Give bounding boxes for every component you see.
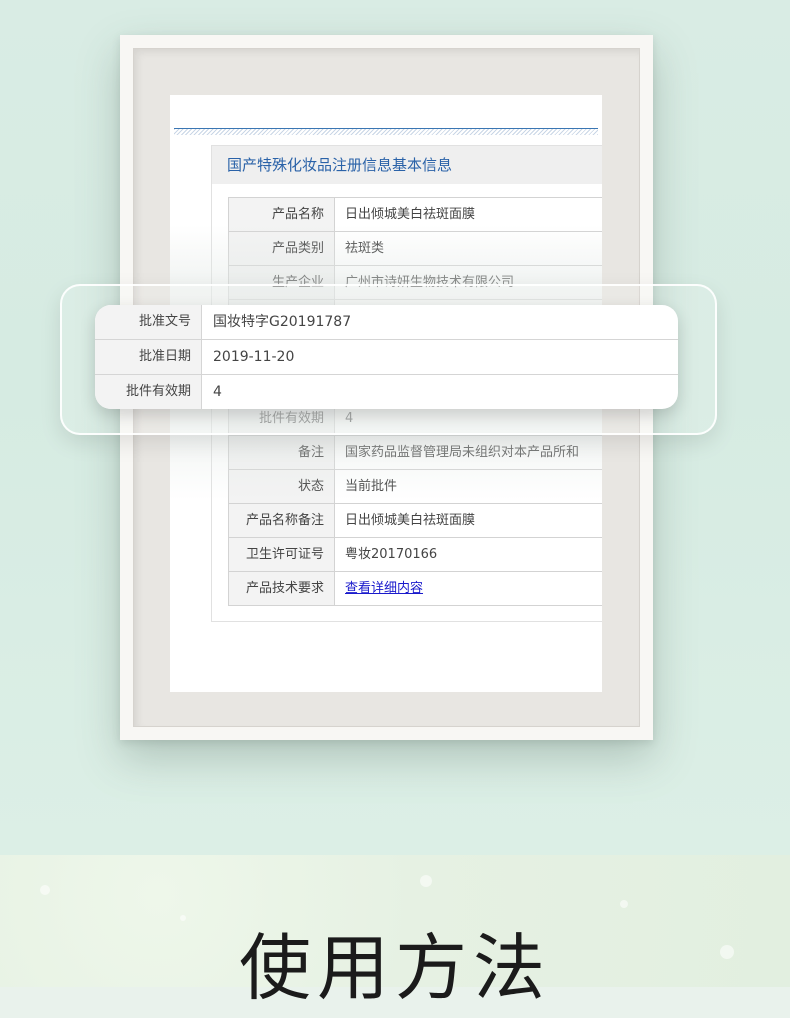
row-label: 状态 [229, 470, 335, 503]
row-value: 当前批件 [345, 479, 398, 494]
section-heading: 使用方法 [238, 926, 551, 1010]
magnified-label: 批准日期 [95, 340, 202, 374]
row-value: 日出倾城美白祛斑面膜 [345, 513, 476, 528]
magnified-row: 批件有效期 4 [95, 375, 678, 409]
row-value: 粤妆20170166 [345, 547, 438, 562]
table-row: 产品名称 日出倾城美白祛斑面膜 [228, 197, 602, 232]
row-value: 日出倾城美白祛斑面膜 [345, 207, 476, 222]
header-rule [174, 128, 598, 135]
magnified-label: 批准文号 [95, 305, 202, 339]
view-details-link[interactable]: 查看详细内容 [345, 581, 423, 596]
table-row: 产品名称备注 日出倾城美白祛斑面膜 [228, 504, 602, 538]
row-value: 国家药品监督管理局未组织对本产品所和 [345, 445, 580, 460]
row-label: 卫生许可证号 [229, 538, 335, 571]
table-row: 卫生许可证号 粤妆20170166 [228, 538, 602, 572]
table-row: 备注 国家药品监督管理局未组织对本产品所和 [228, 436, 602, 470]
row-label: 产品名称 [229, 198, 335, 231]
magnified-row: 批准日期 2019-11-20 [95, 340, 678, 375]
row-label: 备注 [229, 436, 335, 469]
magnified-rows: 批准文号 国妆特字G20191787 批准日期 2019-11-20 批件有效期 4 [95, 305, 678, 409]
row-value: 祛斑类 [345, 241, 385, 256]
row-label: 产品名称备注 [229, 504, 335, 537]
magnified-value: 4 [213, 384, 222, 400]
magnified-row: 批准文号 国妆特字G20191787 [95, 305, 678, 340]
magnified-label: 批件有效期 [95, 375, 202, 409]
magnified-value: 国妆特字G20191787 [213, 314, 352, 330]
panel-title: 国产特殊化妆品注册信息基本信息 [212, 146, 602, 184]
table-row: 产品技术要求 查看详细内容 [228, 572, 602, 606]
table-row: 产品类别 祛斑类 [228, 232, 602, 266]
row-label: 产品技术要求 [229, 572, 335, 605]
magnified-value: 2019-11-20 [213, 349, 295, 365]
row-label: 产品类别 [229, 232, 335, 265]
table-row: 状态 当前批件 [228, 470, 602, 504]
row-value: 查看详细内容 [335, 572, 602, 605]
